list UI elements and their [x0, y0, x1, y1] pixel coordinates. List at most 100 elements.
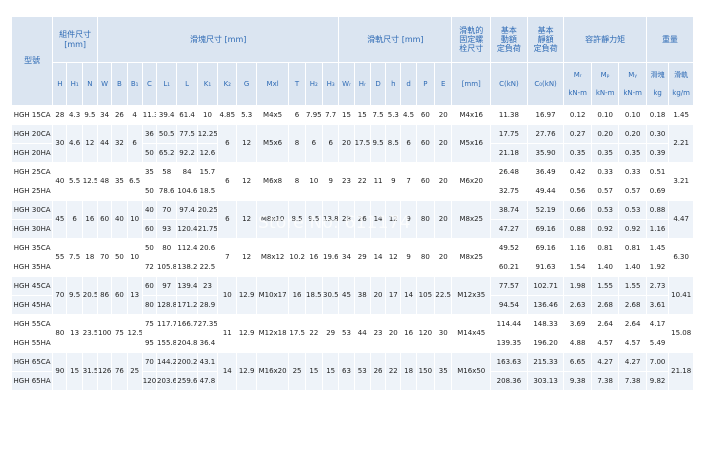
cell-n: 20.5	[82, 276, 99, 315]
cell-c: 60	[142, 219, 158, 239]
cell-n: 12.5	[82, 162, 99, 201]
row-model: HGH 15CA	[12, 105, 54, 125]
cell-mxl: M8x12	[256, 238, 290, 277]
cell-wr: 63	[338, 352, 355, 391]
cell-h3: 15	[322, 352, 340, 391]
cell-h2: 7.95	[305, 105, 323, 125]
cell-c0-kn: 148.33	[527, 314, 565, 334]
sym-C0kN: C₀(kN)	[527, 62, 565, 106]
cell-h2: 15	[305, 352, 323, 391]
sym-WR: Wᵣ	[338, 62, 355, 106]
cell-l1: 39.4	[156, 105, 178, 125]
cell-d: 16	[400, 314, 417, 353]
cell-my: 4.57	[618, 333, 647, 353]
cell-mp: 1.55	[591, 276, 620, 296]
cell-c: 70	[142, 352, 158, 372]
cell-e: 35	[434, 352, 453, 391]
header-weight: 重量	[646, 17, 695, 63]
cell-b1: 12.5	[127, 314, 143, 353]
cell-w: 60	[97, 200, 113, 239]
cell-h: 17	[385, 276, 402, 315]
cell-c-kn: 49.52	[490, 238, 528, 258]
cell-my: 2.68	[618, 295, 647, 315]
cell-g: 12.9	[236, 314, 257, 353]
sym-rail-weight-label: 滑軌	[674, 70, 689, 79]
row-model: HGH 65CA	[12, 352, 54, 372]
row-model: HGH 55CA	[12, 314, 54, 334]
cell-l1: 117.7	[156, 314, 178, 334]
sym-d: d	[400, 62, 417, 106]
cell-p: 150	[416, 352, 436, 391]
cell-l: 138.2	[176, 257, 198, 277]
header-bolt: 滑軌的 固定螺 栓尺寸	[451, 17, 492, 63]
cell-mxl: M16x20	[256, 352, 290, 391]
cell-t: 17.5	[288, 314, 306, 353]
cell-h1: 5.5	[66, 162, 83, 201]
row-model: HGH 20CA	[12, 124, 54, 144]
cell-b1: 4	[127, 105, 143, 125]
cell-l1: 50.5	[156, 124, 178, 144]
cell-c-kn: 47.27	[490, 219, 528, 239]
cell-d: 9	[400, 238, 417, 277]
cell-h: 20	[385, 314, 402, 353]
cell-w: 48	[97, 162, 113, 201]
table-row: HGH 65CA 90 15 31.5 126 76 25 70 144.2 200.2 43.1 1…	[12, 352, 694, 391]
cell-d: 26	[370, 352, 387, 391]
cell-k1: 47.8	[197, 371, 219, 391]
cell-my: 1.55	[618, 276, 647, 296]
cell-w: 126	[97, 352, 113, 391]
cell-my: 0.92	[618, 219, 647, 239]
cell-l1: 78.6	[156, 181, 178, 201]
cell-e: 20	[434, 162, 453, 201]
cell-p: 60	[416, 105, 436, 125]
cell-c0-kn: 215.33	[527, 352, 565, 372]
sym-mm: [mm]	[451, 62, 492, 106]
cell-l: 97.4	[176, 200, 198, 220]
cell-c0-kn: 102.71	[527, 276, 565, 296]
cell-block-weight: 1.16	[646, 219, 670, 239]
cell-my: 7.38	[618, 371, 647, 391]
cell-c-kn: 94.54	[490, 295, 528, 315]
cell-mp: 0.33	[591, 162, 620, 182]
cell-my: 2.64	[618, 314, 647, 334]
cell-h1: 15	[66, 352, 83, 391]
cell-b1: 25	[127, 352, 143, 391]
sym-MP-label: Mₚ	[600, 70, 610, 79]
row-model: HGH 30HA	[12, 219, 54, 239]
row-model: HGH 45CA	[12, 276, 54, 296]
cell-g: 5.3	[236, 105, 257, 125]
cell-mp: 2.64	[591, 314, 620, 334]
cell-h1: 6	[66, 200, 83, 239]
cell-mp: 0.35	[591, 143, 620, 163]
cell-p: 80	[416, 238, 436, 277]
cell-t: 8	[288, 162, 306, 201]
cell-l1: 80	[156, 238, 178, 258]
cell-l: 259.6	[176, 371, 198, 391]
cell-mr: 0.12	[563, 105, 592, 125]
cell-p: 60	[416, 124, 436, 163]
cell-l: 171.2	[176, 295, 198, 315]
cell-n: 23.5	[82, 314, 99, 353]
cell-l1: 155.8	[156, 333, 178, 353]
header-block: 滑塊尺寸 [mm]	[97, 17, 340, 63]
cell-n: 31.5	[82, 352, 99, 391]
cell-h3: 29	[322, 314, 340, 353]
cell-c0-kn: 69.16	[527, 219, 565, 239]
cell-block-weight: 7.00	[646, 352, 670, 372]
sym-block-weight: 滑塊 kg	[646, 62, 670, 106]
cell-k1: 22.5	[197, 257, 219, 277]
cell-b1: 6	[127, 124, 143, 163]
sym-block-weight-label: 滑塊	[650, 70, 665, 79]
cell-h: 80	[52, 314, 68, 353]
cell-g: 12	[236, 124, 257, 163]
cell-h3: 6	[322, 124, 340, 163]
cell-bolt: M8x25	[451, 238, 492, 277]
cell-mxl: M10x17	[256, 276, 290, 315]
cell-hr: 38	[354, 276, 371, 315]
cell-bolt: M6x20	[451, 162, 492, 201]
cell-h2: 10	[305, 162, 323, 201]
cell-g: 12.9	[236, 276, 257, 315]
cell-l: 61.4	[176, 105, 198, 125]
cell-h3: 7.7	[322, 105, 340, 125]
cell-mp: 4.27	[591, 352, 620, 372]
